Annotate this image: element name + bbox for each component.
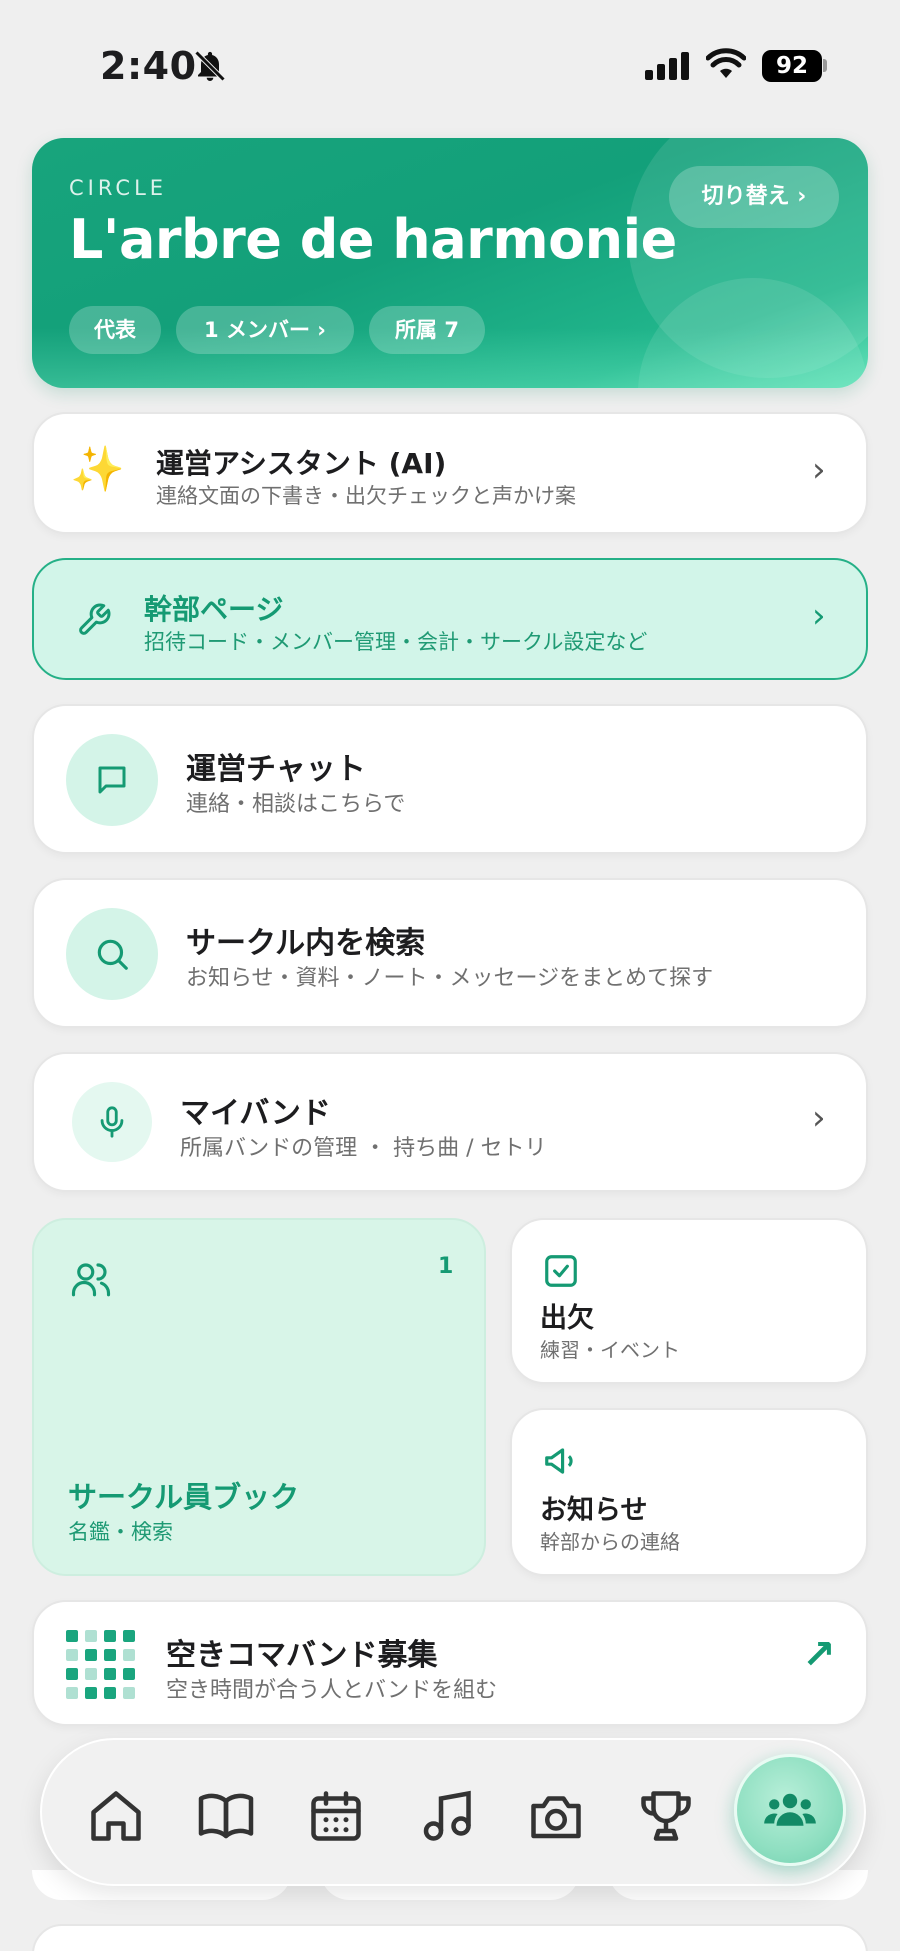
role-chip: 代表 [69, 306, 161, 354]
calendar-icon[interactable] [306, 1786, 366, 1846]
circle-name: L'arbre de harmonie [69, 208, 677, 271]
free-slot-band-card[interactable]: 空きコマバンド募集 空き時間が合う人とバンドを組む ↗ [32, 1600, 868, 1726]
my-band-subtitle: 所属バンドの管理 ・ 持ち曲 / セトリ [180, 1136, 547, 1161]
chevron-right-icon: › [812, 596, 826, 636]
member-count-chip[interactable]: 1 メンバー › [176, 306, 354, 354]
circle-eyebrow: CIRCLE [69, 176, 168, 200]
bottom-tab-bar [40, 1738, 866, 1886]
admin-page-title: 幹部ページ [144, 593, 284, 626]
search-icon [97, 939, 128, 970]
arrow-up-right-icon: ↗ [802, 1632, 836, 1678]
wifi-icon [706, 48, 746, 78]
chevron-right-icon: › [812, 450, 826, 490]
circle-search-subtitle: お知らせ・資料・ノート・メッセージをまとめて探す [186, 966, 714, 991]
people-icon [764, 1793, 816, 1826]
circle-header-card: CIRCLE L'arbre de harmonie 切り替え › 代表 1 メ… [32, 138, 868, 388]
mic-icon-circle [72, 1082, 152, 1162]
ai-assistant-subtitle: 連絡文面の下書き・出欠チェックと声かけ案 [156, 484, 576, 508]
free-slot-band-title: 空きコマバンド募集 [166, 1638, 438, 1673]
trophy-icon[interactable] [636, 1786, 696, 1846]
ai-assistant-card[interactable]: ✨ 運営アシスタント (AI) 連絡文面の下書き・出欠チェックと声かけ案 › [32, 412, 868, 534]
switch-circle-button[interactable]: 切り替え › [669, 166, 839, 228]
notice-card[interactable]: お知らせ 幹部からの連絡 [510, 1408, 868, 1576]
sparkles-icon: ✨ [70, 444, 125, 495]
member-book-title: サークル員ブック [68, 1480, 300, 1514]
bell-off-icon [194, 50, 226, 82]
attendance-title: 出欠 [540, 1303, 594, 1334]
camera-icon[interactable] [526, 1786, 586, 1846]
member-book-card[interactable]: 1 サークル員ブック 名鑑・検索 [32, 1218, 486, 1576]
staff-chat-card[interactable]: 運営チャット 連絡・相談はこちらで [32, 704, 868, 854]
signal-icon [645, 52, 689, 80]
ai-assistant-title: 運営アシスタント (AI) [156, 447, 447, 480]
chat-icon-circle [66, 734, 158, 826]
chat-icon [98, 766, 126, 794]
my-band-card[interactable]: マイバンド 所属バンドの管理 ・ 持ち曲 / セトリ › [32, 1052, 868, 1192]
battery-indicator: 92 [762, 50, 822, 82]
notice-title: お知らせ [540, 1495, 648, 1526]
next-card-peek [32, 1924, 868, 1951]
circle-tab-active[interactable] [734, 1754, 846, 1866]
wrench-icon [79, 603, 111, 635]
affiliation-chip: 所属 7 [369, 306, 485, 354]
grid-icon [66, 1630, 135, 1699]
chevron-right-icon: › [812, 1098, 826, 1138]
member-book-subtitle: 名鑑・検索 [68, 1520, 173, 1544]
music-icon[interactable] [416, 1786, 476, 1846]
home-icon[interactable] [86, 1786, 146, 1846]
users-icon [71, 1263, 111, 1297]
notice-subtitle: 幹部からの連絡 [540, 1530, 680, 1554]
staff-chat-title: 運営チャット [186, 752, 366, 787]
microphone-icon [100, 1106, 124, 1138]
attendance-subtitle: 練習・イベント [540, 1338, 680, 1362]
status-time: 2:40 [100, 44, 197, 88]
admin-page-card[interactable]: 幹部ページ 招待コード・メンバー管理・会計・サークル設定など › [32, 558, 868, 680]
battery-nub [823, 59, 827, 72]
megaphone-icon [545, 1448, 573, 1474]
staff-chat-subtitle: 連絡・相談はこちらで [186, 792, 406, 817]
my-band-title: マイバンド [180, 1096, 331, 1131]
member-count: 1 [438, 1254, 454, 1279]
checkbox-icon [545, 1255, 577, 1287]
search-icon-circle [66, 908, 158, 1000]
attendance-card[interactable]: 出欠 練習・イベント [510, 1218, 868, 1384]
circle-search-card[interactable]: サークル内を検索 お知らせ・資料・ノート・メッセージをまとめて探す [32, 878, 868, 1028]
admin-page-subtitle: 招待コード・メンバー管理・会計・サークル設定など [144, 630, 648, 654]
circle-search-title: サークル内を検索 [186, 926, 426, 961]
free-slot-band-subtitle: 空き時間が合う人とバンドを組む [166, 1678, 498, 1703]
book-icon[interactable] [196, 1786, 256, 1846]
